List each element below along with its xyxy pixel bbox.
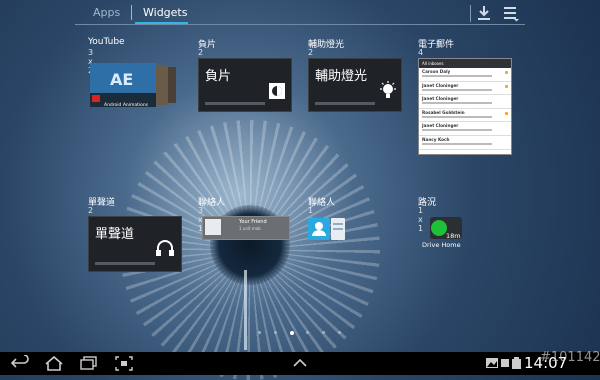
email-preview-line xyxy=(422,75,492,77)
email-sender: Carson Daly xyxy=(422,69,451,74)
back-icon[interactable] xyxy=(10,355,30,372)
email-preview-line xyxy=(422,129,492,132)
email-flag xyxy=(505,84,508,88)
email-preview-line xyxy=(422,142,492,145)
list-item: Janet Cloninger xyxy=(419,122,511,136)
contact-name: Your Friend xyxy=(239,219,267,225)
negative-label: 負片 xyxy=(205,69,232,84)
email-sender: Rosabel Goldstein xyxy=(422,109,465,115)
svg-text:AE: AE xyxy=(110,70,133,89)
gallery-notification-icon xyxy=(486,358,498,368)
recent-apps-icon[interactable] xyxy=(79,355,99,372)
wallpaper-stem xyxy=(244,270,247,350)
list-item: Carson Daly xyxy=(419,68,511,82)
contact-photo xyxy=(205,219,221,235)
list-item: Janet Cloninger xyxy=(419,95,511,109)
chevron-up-icon[interactable] xyxy=(290,355,310,372)
negative-toggle-panel: 負片 xyxy=(198,58,292,112)
page-dot-active[interactable] xyxy=(290,330,294,335)
email-sender: Nancy Koch xyxy=(422,136,450,142)
tab-apps[interactable]: Apps xyxy=(93,6,120,19)
contact-detail: 1 unit mob xyxy=(239,226,261,231)
email-flag xyxy=(505,111,508,115)
tab-baseline xyxy=(75,24,525,25)
single-track-panel: 單聲道 xyxy=(88,216,182,272)
widget-size: 1 x 1 xyxy=(418,206,424,233)
lightbulb-icon xyxy=(380,81,396,98)
download-icon[interactable] xyxy=(475,4,493,22)
email-header: All inboxes xyxy=(419,59,511,68)
youtube-thumbnail-stack: AE xyxy=(90,63,176,107)
tab-widgets[interactable]: Widgets xyxy=(143,6,187,19)
page-dot[interactable] xyxy=(258,331,261,334)
negative-icon xyxy=(269,83,285,99)
traffic-badge: 18m xyxy=(446,232,461,240)
email-sender: Janet Cloninger xyxy=(422,96,459,102)
email-preview-line xyxy=(422,88,492,91)
assist-light-label: 輔助燈光 xyxy=(315,69,368,84)
email-preview-line xyxy=(422,102,492,105)
traffic-label: Drive Home xyxy=(422,241,461,249)
watermark: #101142 xyxy=(540,350,600,365)
negative-status-bar xyxy=(205,102,265,105)
menu-icon[interactable] xyxy=(502,4,520,22)
contact-icon xyxy=(308,218,345,240)
email-preview-line xyxy=(422,115,492,118)
usb-notification-icon xyxy=(501,359,509,367)
page-dot[interactable] xyxy=(322,331,325,334)
email-sender: Janet Cloninger xyxy=(422,82,459,88)
widget-title: 輔助燈光 xyxy=(308,40,345,50)
page-dot[interactable] xyxy=(338,331,341,334)
list-item: Nancy Koch xyxy=(419,136,511,150)
list-item: Janet Cloninger xyxy=(419,82,511,96)
youtube-caption: Android Animations xyxy=(104,103,149,108)
email-header-label: All inboxes xyxy=(422,61,444,66)
email-preview: All inboxes Carson Daly Janet Cloninger … xyxy=(418,58,512,155)
headphones-icon xyxy=(156,240,174,256)
email-sender: Janet Cloninger xyxy=(422,123,459,129)
assist-light-panel: 輔助燈光 xyxy=(308,58,402,112)
screenshot-icon[interactable] xyxy=(114,355,134,372)
list-item: Rosabel Goldstein xyxy=(419,109,511,123)
page-dot[interactable] xyxy=(306,331,309,334)
tab-bar: Apps Widgets xyxy=(0,0,600,25)
home-icon[interactable] xyxy=(44,355,64,372)
single-track-label: 單聲道 xyxy=(95,227,135,242)
widget-title: 電子郵件 xyxy=(418,40,455,50)
single-track-status-bar xyxy=(95,262,155,265)
page-dot[interactable] xyxy=(274,331,277,334)
assist-light-status-bar xyxy=(315,102,375,105)
tab-divider xyxy=(131,5,132,20)
widget-title: YouTube xyxy=(88,37,125,47)
system-bar: 14:07 xyxy=(0,352,600,375)
contact-card: Your Friend 1 unit mob xyxy=(202,216,290,240)
email-flag xyxy=(505,71,508,74)
battery-icon xyxy=(512,357,521,369)
toolbar-divider xyxy=(470,5,471,22)
